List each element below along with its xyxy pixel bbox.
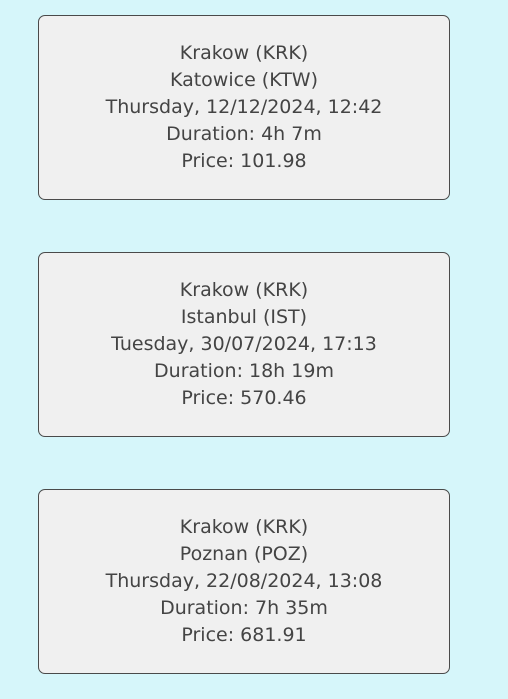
flight-origin: Krakow (KRK) xyxy=(179,516,309,538)
flight-card-krk-poz[interactable]: Krakow (KRK) Poznan (POZ) Thursday, 22/0… xyxy=(38,489,450,674)
flight-price: Price: 570.46 xyxy=(181,387,307,409)
flight-origin: Krakow (KRK) xyxy=(179,279,309,301)
flight-datetime: Tuesday, 30/07/2024, 17:13 xyxy=(111,333,377,355)
flight-datetime: Thursday, 12/12/2024, 12:42 xyxy=(105,96,383,118)
flight-datetime: Thursday, 22/08/2024, 13:08 xyxy=(105,570,383,592)
flight-card-krk-ktw[interactable]: Krakow (KRK) Katowice (KTW) Thursday, 12… xyxy=(38,15,450,200)
flight-card-krk-ist[interactable]: Krakow (KRK) Istanbul (IST) Tuesday, 30/… xyxy=(38,252,450,437)
flight-price: Price: 681.91 xyxy=(181,624,307,646)
flight-price: Price: 101.98 xyxy=(181,150,307,172)
flight-duration: Duration: 7h 35m xyxy=(160,597,328,619)
flight-origin: Krakow (KRK) xyxy=(179,42,309,64)
flight-destination: Istanbul (IST) xyxy=(180,306,308,328)
flight-list: Krakow (KRK) Katowice (KTW) Thursday, 12… xyxy=(0,0,508,699)
flight-duration: Duration: 18h 19m xyxy=(154,360,334,382)
flight-destination: Poznan (POZ) xyxy=(179,543,309,565)
flight-duration: Duration: 4h 7m xyxy=(166,123,322,145)
flight-destination: Katowice (KTW) xyxy=(169,69,319,91)
